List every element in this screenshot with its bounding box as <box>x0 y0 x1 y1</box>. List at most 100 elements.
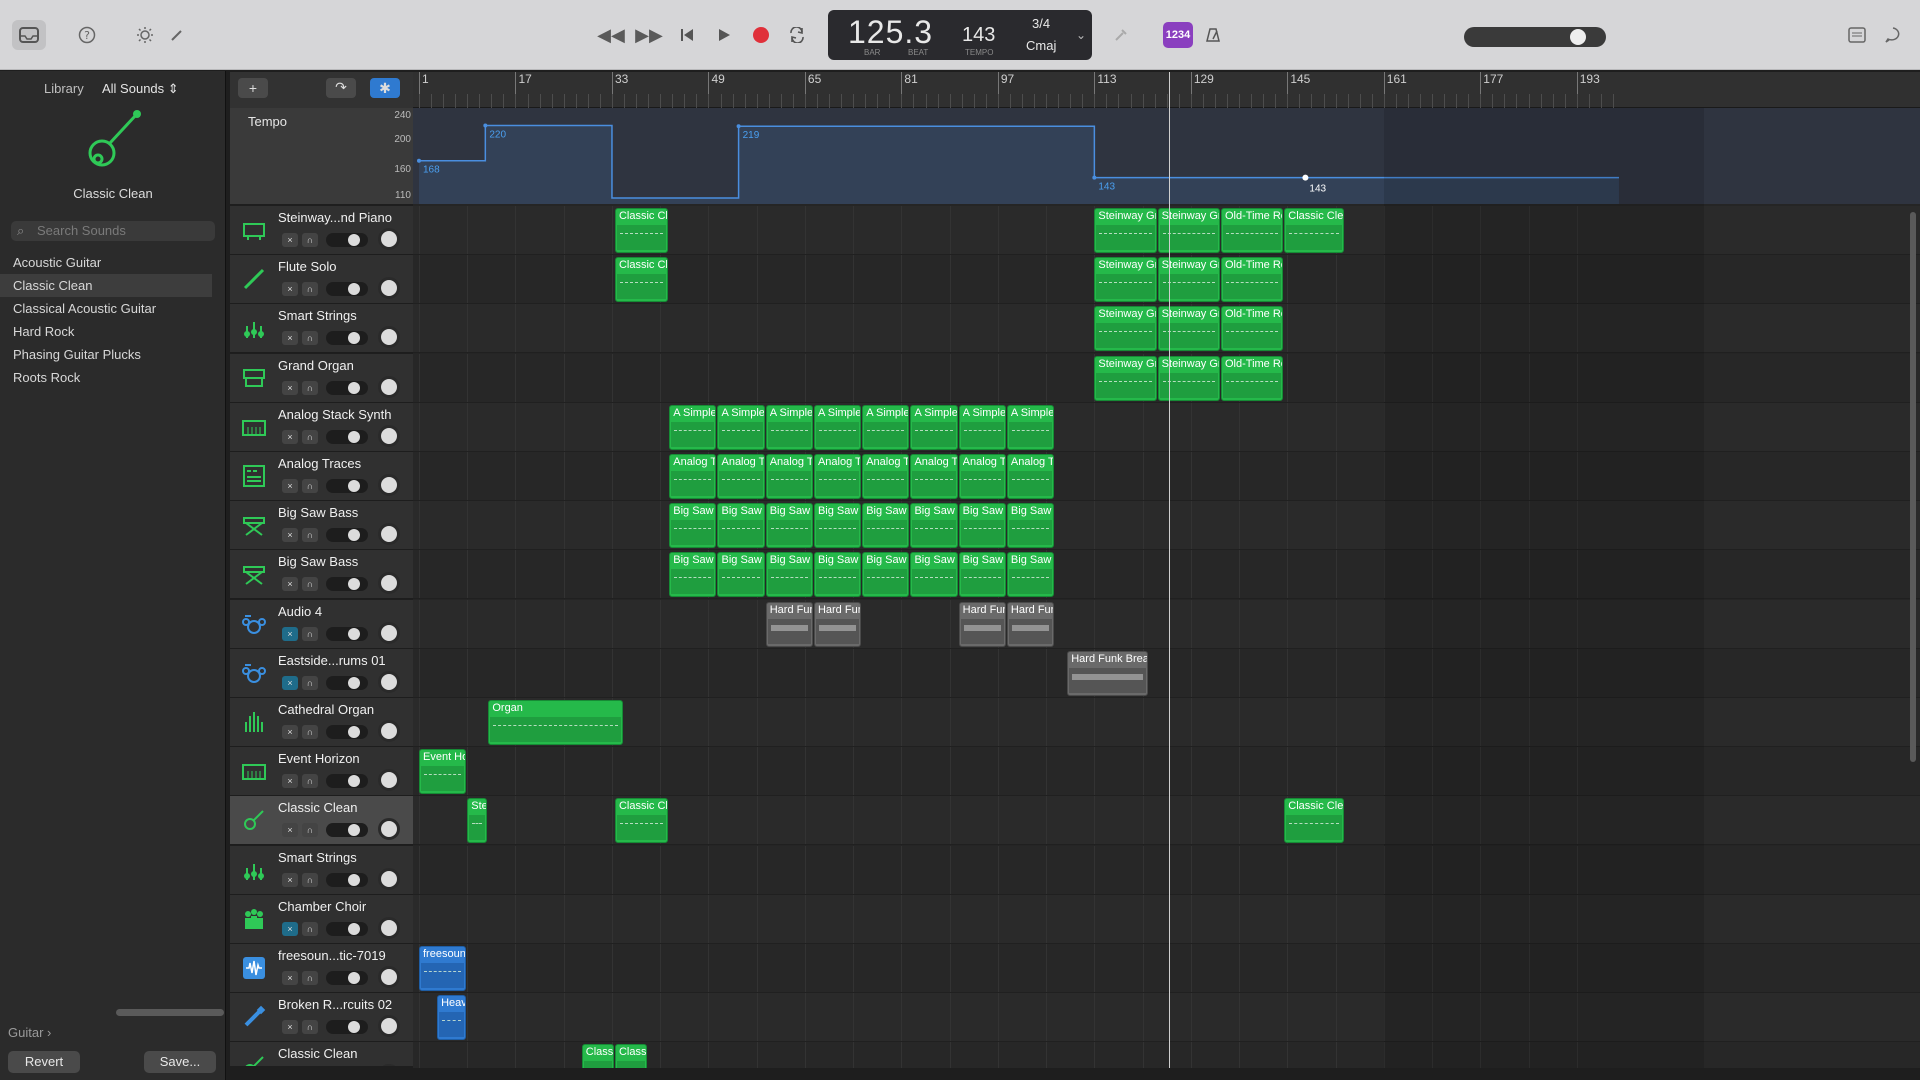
pan-knob[interactable] <box>378 326 400 349</box>
mute-button[interactable]: × <box>282 823 298 838</box>
mute-button[interactable]: × <box>282 331 298 346</box>
region[interactable]: Analog Tr <box>1006 454 1055 499</box>
playhead[interactable] <box>1168 72 1170 1068</box>
pan-knob[interactable] <box>378 375 400 398</box>
pan-knob[interactable] <box>378 277 400 300</box>
region[interactable]: Big Saw B <box>669 552 717 598</box>
mute-button[interactable]: × <box>282 872 298 887</box>
play-icon[interactable] <box>709 20 739 50</box>
headphones-icon[interactable]: ∩ <box>302 921 318 936</box>
chat-icon[interactable] <box>1878 20 1908 50</box>
metronome-icon[interactable] <box>1198 20 1228 50</box>
track-header[interactable]: Smart Strings × ∩ <box>230 304 413 354</box>
region[interactable]: Classic Clea <box>614 798 669 844</box>
tempo-track-header[interactable]: Tempo 240 200 160 110 <box>230 108 413 204</box>
region[interactable]: Analog Tr <box>958 454 1006 499</box>
mute-button[interactable]: × <box>282 675 298 690</box>
track-header[interactable]: Flute Solo × ∩ <box>230 255 413 305</box>
headphones-icon[interactable]: ∩ <box>302 331 318 346</box>
volume-slider[interactable] <box>326 380 368 395</box>
pan-knob[interactable] <box>378 1015 400 1038</box>
track-header[interactable]: Classic Clean × ∩ <box>230 1042 413 1066</box>
track-name[interactable]: freesoun...tic-7019 <box>278 948 408 963</box>
track-name[interactable]: Big Saw Bass <box>278 554 408 569</box>
mute-button[interactable]: × <box>282 774 298 789</box>
tempo-point[interactable] <box>1092 175 1097 180</box>
region[interactable]: A Simpler <box>717 404 765 450</box>
tempo-point[interactable] <box>483 123 488 128</box>
track-name[interactable]: Steinway...nd Piano <box>278 210 408 225</box>
track-header[interactable]: Cathedral Organ × ∩ <box>230 698 413 747</box>
region[interactable]: Ste <box>467 798 488 844</box>
volume-slider[interactable] <box>326 823 368 838</box>
fast-forward-icon[interactable]: ▶▶ <box>634 20 664 50</box>
cycle-icon[interactable] <box>782 20 812 50</box>
region[interactable]: Big Saw B <box>813 503 862 549</box>
sound-list-item[interactable]: Classical Acoustic Guitar <box>0 297 212 320</box>
sound-list-item[interactable]: Phasing Guitar Plucks <box>0 343 212 366</box>
track-header[interactable]: Smart Strings × ∩ <box>230 845 413 895</box>
region[interactable]: Old-Time Rec <box>1220 355 1284 401</box>
volume-slider[interactable] <box>326 1020 368 1035</box>
record-icon[interactable] <box>746 20 776 50</box>
track-header[interactable]: Analog Stack Synth × ∩ <box>230 402 413 452</box>
region[interactable]: Steinway Gra <box>1094 355 1157 401</box>
breadcrumb[interactable]: Guitar › <box>8 1025 51 1040</box>
headphones-icon[interactable]: ∩ <box>302 774 318 789</box>
track-header[interactable]: Chamber Choir × ∩ <box>230 894 413 944</box>
sound-list-item[interactable]: Roots Rock <box>0 366 212 389</box>
region[interactable]: Big Saw B <box>1006 552 1055 598</box>
headphones-icon[interactable]: ∩ <box>302 282 318 297</box>
track-name[interactable]: Classic Clean <box>278 800 408 815</box>
tempo-value[interactable]: 143 <box>962 24 995 47</box>
mute-button[interactable]: × <box>282 725 298 739</box>
track-name[interactable]: Eastside...rums 01 <box>278 653 408 668</box>
region[interactable]: Steinway Gra <box>1157 306 1220 352</box>
pan-knob[interactable] <box>378 867 400 890</box>
chevron-down-icon[interactable]: ⌄ <box>1076 28 1086 42</box>
headphones-icon[interactable]: ∩ <box>302 675 318 690</box>
region[interactable]: Big Saw B <box>910 552 958 598</box>
region[interactable]: A Simpler <box>910 404 958 450</box>
headphones-icon[interactable]: ∩ <box>302 725 318 739</box>
region[interactable]: Big Saw B <box>862 552 910 598</box>
notes-icon[interactable] <box>1842 20 1872 50</box>
region[interactable]: Steinway Gra <box>1157 257 1220 303</box>
region[interactable]: Hard Fun <box>765 601 813 647</box>
sound-list-item[interactable]: Acoustic Guitar <box>0 251 212 274</box>
region[interactable]: A Simpler <box>765 404 813 450</box>
mute-button[interactable]: × <box>282 577 298 592</box>
volume-slider[interactable] <box>326 479 368 493</box>
pencil-icon[interactable] <box>162 20 192 50</box>
track-name[interactable]: Flute Solo <box>278 259 408 274</box>
region[interactable]: Old-Time Re <box>1220 208 1284 253</box>
key-signature[interactable]: Cmaj <box>1026 38 1056 53</box>
region[interactable]: Organ <box>488 700 624 745</box>
track-header[interactable]: Big Saw Bass × ∩ <box>230 550 413 600</box>
smart-controls-button[interactable]: ↷ <box>326 78 356 98</box>
headphones-icon[interactable]: ∩ <box>302 626 318 641</box>
region[interactable]: Old-Time Rec <box>1220 306 1284 352</box>
sound-list-item[interactable]: Hard Rock <box>0 320 212 343</box>
volume-slider[interactable] <box>326 725 368 739</box>
region[interactable]: Analog Tr <box>813 454 862 499</box>
track-header[interactable]: Audio 4 × ∩ <box>230 599 413 649</box>
headphones-icon[interactable]: ∩ <box>302 380 318 395</box>
track-header[interactable]: Classic Clean × ∩ <box>230 796 413 846</box>
region[interactable]: Classi <box>581 1044 614 1068</box>
track-header[interactable]: Event Horizon × ∩ <box>230 747 413 797</box>
region[interactable]: Hard Funk Break <box>1067 650 1148 696</box>
headphones-icon[interactable]: ∩ <box>302 528 318 543</box>
region[interactable]: Big Saw B <box>862 503 910 549</box>
volume-slider[interactable] <box>326 577 368 592</box>
mute-button[interactable]: × <box>282 626 298 641</box>
region[interactable]: Big Saw B <box>958 552 1006 598</box>
region[interactable]: Analog Tr <box>765 454 813 499</box>
volume-slider[interactable] <box>326 429 368 444</box>
region[interactable]: Hard Fun <box>958 601 1006 647</box>
track-header[interactable]: Steinway...nd Piano × ∩ <box>230 206 413 255</box>
pan-knob[interactable] <box>378 966 400 988</box>
mute-button[interactable]: × <box>282 233 298 247</box>
horizontal-scrollbar[interactable] <box>116 1009 224 1016</box>
save-button[interactable]: Save... <box>144 1051 216 1073</box>
